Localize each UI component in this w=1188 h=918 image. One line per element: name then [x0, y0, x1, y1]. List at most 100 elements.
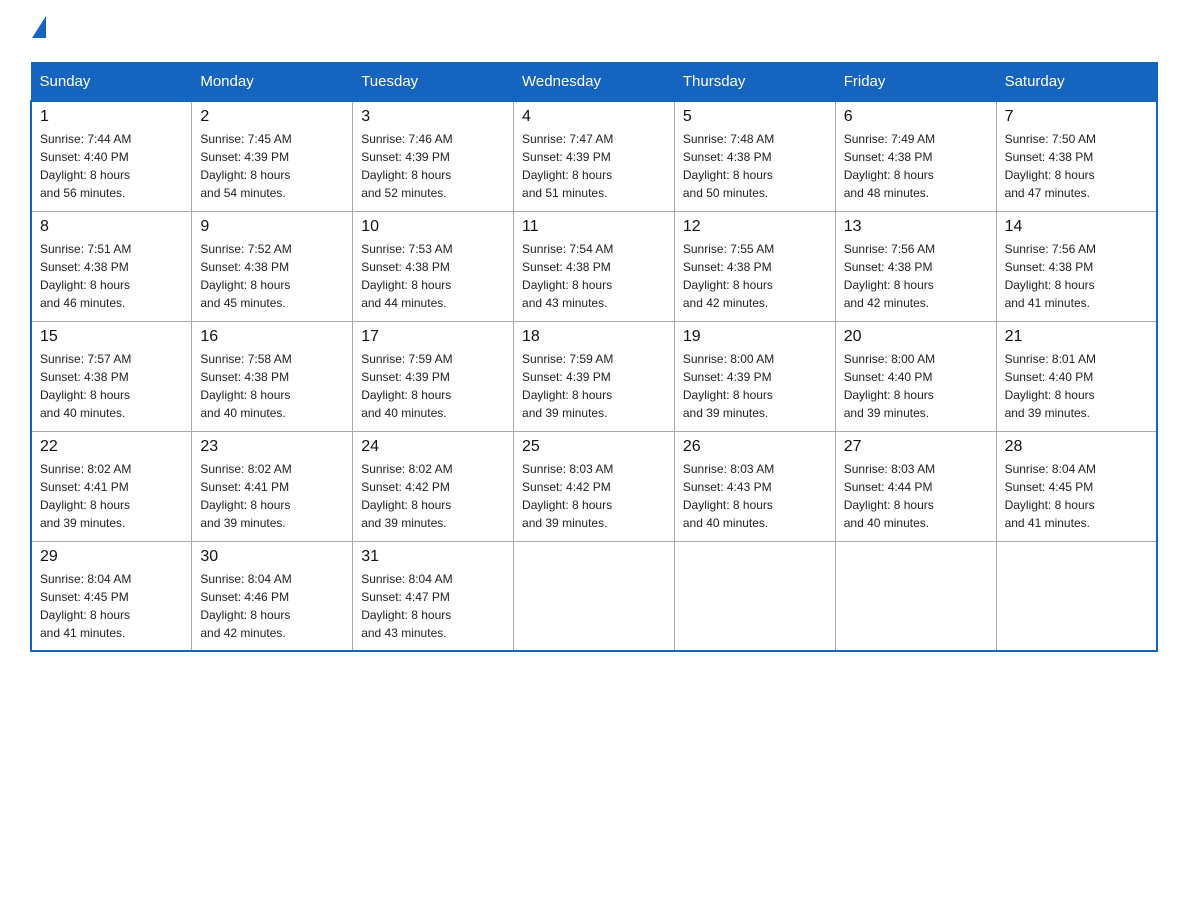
day-number: 17	[361, 328, 505, 346]
calendar-cell: 10 Sunrise: 7:53 AMSunset: 4:38 PMDaylig…	[353, 211, 514, 321]
calendar-cell: 1 Sunrise: 7:44 AMSunset: 4:40 PMDayligh…	[31, 101, 192, 211]
day-info: Sunrise: 7:55 AMSunset: 4:38 PMDaylight:…	[683, 242, 774, 310]
day-info: Sunrise: 7:54 AMSunset: 4:38 PMDaylight:…	[522, 242, 613, 310]
day-number: 8	[40, 218, 183, 236]
calendar-cell: 23 Sunrise: 8:02 AMSunset: 4:41 PMDaylig…	[192, 431, 353, 541]
day-number: 11	[522, 218, 666, 236]
calendar-cell	[674, 541, 835, 651]
day-number: 18	[522, 328, 666, 346]
day-number: 21	[1005, 328, 1148, 346]
day-number: 25	[522, 438, 666, 456]
calendar-cell: 2 Sunrise: 7:45 AMSunset: 4:39 PMDayligh…	[192, 101, 353, 211]
day-number: 9	[200, 218, 344, 236]
day-info: Sunrise: 7:49 AMSunset: 4:38 PMDaylight:…	[844, 132, 935, 200]
day-number: 15	[40, 328, 183, 346]
day-info: Sunrise: 7:56 AMSunset: 4:38 PMDaylight:…	[1005, 242, 1096, 310]
logo-arrow-icon	[32, 16, 46, 38]
day-number: 20	[844, 328, 988, 346]
calendar-table: Sunday Monday Tuesday Wednesday Thursday…	[30, 62, 1158, 652]
day-number: 23	[200, 438, 344, 456]
day-info: Sunrise: 7:45 AMSunset: 4:39 PMDaylight:…	[200, 132, 291, 200]
calendar-cell: 6 Sunrise: 7:49 AMSunset: 4:38 PMDayligh…	[835, 101, 996, 211]
day-info: Sunrise: 8:03 AMSunset: 4:42 PMDaylight:…	[522, 462, 613, 530]
calendar-cell: 16 Sunrise: 7:58 AMSunset: 4:38 PMDaylig…	[192, 321, 353, 431]
calendar-cell: 24 Sunrise: 8:02 AMSunset: 4:42 PMDaylig…	[353, 431, 514, 541]
day-info: Sunrise: 7:58 AMSunset: 4:38 PMDaylight:…	[200, 352, 291, 420]
calendar-cell: 31 Sunrise: 8:04 AMSunset: 4:47 PMDaylig…	[353, 541, 514, 651]
day-info: Sunrise: 8:03 AMSunset: 4:44 PMDaylight:…	[844, 462, 935, 530]
calendar-week-row: 29 Sunrise: 8:04 AMSunset: 4:45 PMDaylig…	[31, 541, 1157, 651]
day-info: Sunrise: 7:50 AMSunset: 4:38 PMDaylight:…	[1005, 132, 1096, 200]
day-number: 2	[200, 108, 344, 126]
day-info: Sunrise: 7:53 AMSunset: 4:38 PMDaylight:…	[361, 242, 452, 310]
calendar-cell: 12 Sunrise: 7:55 AMSunset: 4:38 PMDaylig…	[674, 211, 835, 321]
day-number: 19	[683, 328, 827, 346]
day-info: Sunrise: 7:59 AMSunset: 4:39 PMDaylight:…	[361, 352, 452, 420]
col-tuesday: Tuesday	[353, 63, 514, 102]
calendar-cell	[514, 541, 675, 651]
day-number: 28	[1005, 438, 1148, 456]
calendar-cell: 13 Sunrise: 7:56 AMSunset: 4:38 PMDaylig…	[835, 211, 996, 321]
calendar-cell: 3 Sunrise: 7:46 AMSunset: 4:39 PMDayligh…	[353, 101, 514, 211]
calendar-week-row: 1 Sunrise: 7:44 AMSunset: 4:40 PMDayligh…	[31, 101, 1157, 211]
day-number: 22	[40, 438, 183, 456]
day-info: Sunrise: 7:56 AMSunset: 4:38 PMDaylight:…	[844, 242, 935, 310]
calendar-cell: 22 Sunrise: 8:02 AMSunset: 4:41 PMDaylig…	[31, 431, 192, 541]
day-info: Sunrise: 8:00 AMSunset: 4:40 PMDaylight:…	[844, 352, 935, 420]
calendar-cell: 27 Sunrise: 8:03 AMSunset: 4:44 PMDaylig…	[835, 431, 996, 541]
calendar-cell: 17 Sunrise: 7:59 AMSunset: 4:39 PMDaylig…	[353, 321, 514, 431]
calendar-header-row: Sunday Monday Tuesday Wednesday Thursday…	[31, 63, 1157, 102]
day-number: 27	[844, 438, 988, 456]
day-number: 3	[361, 108, 505, 126]
day-number: 13	[844, 218, 988, 236]
calendar-cell: 5 Sunrise: 7:48 AMSunset: 4:38 PMDayligh…	[674, 101, 835, 211]
day-info: Sunrise: 8:00 AMSunset: 4:39 PMDaylight:…	[683, 352, 774, 420]
calendar-week-row: 22 Sunrise: 8:02 AMSunset: 4:41 PMDaylig…	[31, 431, 1157, 541]
calendar-week-row: 15 Sunrise: 7:57 AMSunset: 4:38 PMDaylig…	[31, 321, 1157, 431]
calendar-cell: 4 Sunrise: 7:47 AMSunset: 4:39 PMDayligh…	[514, 101, 675, 211]
calendar-cell: 28 Sunrise: 8:04 AMSunset: 4:45 PMDaylig…	[996, 431, 1157, 541]
day-number: 12	[683, 218, 827, 236]
day-info: Sunrise: 7:47 AMSunset: 4:39 PMDaylight:…	[522, 132, 613, 200]
page-header	[30, 20, 1158, 42]
calendar-cell: 8 Sunrise: 7:51 AMSunset: 4:38 PMDayligh…	[31, 211, 192, 321]
day-number: 29	[40, 548, 183, 566]
day-number: 7	[1005, 108, 1148, 126]
day-number: 6	[844, 108, 988, 126]
day-number: 16	[200, 328, 344, 346]
day-number: 1	[40, 108, 183, 126]
calendar-cell: 7 Sunrise: 7:50 AMSunset: 4:38 PMDayligh…	[996, 101, 1157, 211]
calendar-cell: 30 Sunrise: 8:04 AMSunset: 4:46 PMDaylig…	[192, 541, 353, 651]
day-number: 26	[683, 438, 827, 456]
calendar-cell: 26 Sunrise: 8:03 AMSunset: 4:43 PMDaylig…	[674, 431, 835, 541]
col-wednesday: Wednesday	[514, 63, 675, 102]
calendar-cell: 20 Sunrise: 8:00 AMSunset: 4:40 PMDaylig…	[835, 321, 996, 431]
calendar-cell: 25 Sunrise: 8:03 AMSunset: 4:42 PMDaylig…	[514, 431, 675, 541]
calendar-cell: 9 Sunrise: 7:52 AMSunset: 4:38 PMDayligh…	[192, 211, 353, 321]
day-number: 4	[522, 108, 666, 126]
col-thursday: Thursday	[674, 63, 835, 102]
day-number: 14	[1005, 218, 1148, 236]
day-number: 24	[361, 438, 505, 456]
calendar-cell: 19 Sunrise: 8:00 AMSunset: 4:39 PMDaylig…	[674, 321, 835, 431]
col-friday: Friday	[835, 63, 996, 102]
calendar-cell: 11 Sunrise: 7:54 AMSunset: 4:38 PMDaylig…	[514, 211, 675, 321]
calendar-cell: 15 Sunrise: 7:57 AMSunset: 4:38 PMDaylig…	[31, 321, 192, 431]
col-monday: Monday	[192, 63, 353, 102]
day-info: Sunrise: 8:03 AMSunset: 4:43 PMDaylight:…	[683, 462, 774, 530]
logo	[30, 20, 46, 42]
day-info: Sunrise: 8:02 AMSunset: 4:41 PMDaylight:…	[200, 462, 291, 530]
day-number: 5	[683, 108, 827, 126]
day-info: Sunrise: 7:57 AMSunset: 4:38 PMDaylight:…	[40, 352, 131, 420]
day-info: Sunrise: 8:04 AMSunset: 4:46 PMDaylight:…	[200, 572, 291, 640]
calendar-cell: 29 Sunrise: 8:04 AMSunset: 4:45 PMDaylig…	[31, 541, 192, 651]
day-info: Sunrise: 7:52 AMSunset: 4:38 PMDaylight:…	[200, 242, 291, 310]
day-info: Sunrise: 7:59 AMSunset: 4:39 PMDaylight:…	[522, 352, 613, 420]
calendar-week-row: 8 Sunrise: 7:51 AMSunset: 4:38 PMDayligh…	[31, 211, 1157, 321]
day-info: Sunrise: 8:02 AMSunset: 4:42 PMDaylight:…	[361, 462, 452, 530]
calendar-cell: 21 Sunrise: 8:01 AMSunset: 4:40 PMDaylig…	[996, 321, 1157, 431]
calendar-cell: 18 Sunrise: 7:59 AMSunset: 4:39 PMDaylig…	[514, 321, 675, 431]
day-number: 30	[200, 548, 344, 566]
day-info: Sunrise: 8:04 AMSunset: 4:45 PMDaylight:…	[1005, 462, 1096, 530]
day-info: Sunrise: 8:01 AMSunset: 4:40 PMDaylight:…	[1005, 352, 1096, 420]
